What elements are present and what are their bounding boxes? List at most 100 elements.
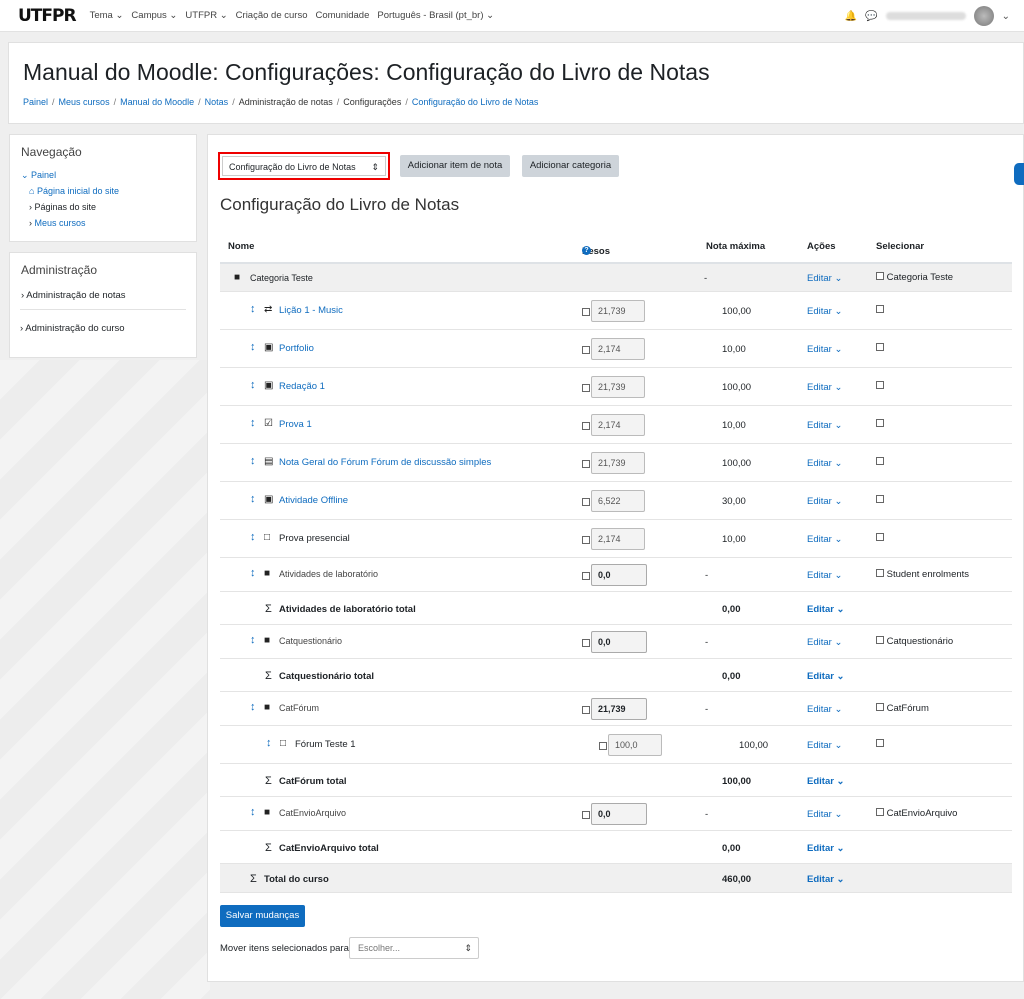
move-handle-icon[interactable]: ↕ xyxy=(266,737,272,749)
grade-item-name[interactable]: Lição 1 - Music xyxy=(279,305,343,316)
grade-item-name[interactable]: Atividade Offline xyxy=(279,495,348,506)
select-checkbox[interactable] xyxy=(876,808,884,816)
select-checkbox[interactable] xyxy=(876,305,884,313)
navbar-link[interactable]: Criação de curso xyxy=(236,10,308,21)
select-checkbox[interactable] xyxy=(876,533,884,541)
navbar-link[interactable]: Português - Brasil (pt_br) ⌄ xyxy=(377,10,494,21)
breadcrumb-item[interactable]: Manual do Moodle xyxy=(120,97,194,107)
select-checkbox[interactable] xyxy=(876,419,884,427)
move-handle-icon[interactable]: ↕ xyxy=(250,455,256,467)
edit-menu[interactable]: Editar ⌄ xyxy=(807,420,842,431)
select-checkbox-cell[interactable] xyxy=(876,381,884,392)
move-handle-icon[interactable]: ↕ xyxy=(250,531,256,543)
edit-menu[interactable]: Editar ⌄ xyxy=(807,496,842,507)
weight-override-checkbox[interactable] xyxy=(582,498,590,506)
select-checkbox-cell[interactable] xyxy=(876,305,884,316)
nav-my-courses[interactable]: Meus cursos xyxy=(35,218,86,228)
breadcrumb-item[interactable]: Meus cursos xyxy=(59,97,110,107)
edit-menu[interactable]: Editar ⌄ xyxy=(807,776,845,787)
select-checkbox-cell[interactable] xyxy=(876,739,884,750)
move-handle-icon[interactable]: ↕ xyxy=(250,567,256,579)
navbar-link[interactable]: Campus ⌄ xyxy=(131,10,177,21)
add-category-button[interactable]: Adicionar categoria xyxy=(522,155,619,177)
weight-input[interactable]: 6,522 xyxy=(591,490,645,512)
select-checkbox-cell[interactable] xyxy=(876,495,884,506)
select-checkbox-cell[interactable] xyxy=(876,343,884,354)
nav-painel[interactable]: Painel xyxy=(31,170,56,180)
move-handle-icon[interactable]: ↕ xyxy=(250,701,256,713)
edit-menu[interactable]: Editar ⌄ xyxy=(807,344,842,355)
edit-menu[interactable]: Editar ⌄ xyxy=(807,570,842,581)
select-checkbox[interactable] xyxy=(876,381,884,389)
breadcrumb-item[interactable]: Notas xyxy=(205,97,229,107)
weight-input[interactable]: 0,0 xyxy=(591,803,647,825)
select-checkbox-cell[interactable]: Catquestionário xyxy=(876,636,953,647)
edit-menu[interactable]: Editar ⌄ xyxy=(807,604,845,615)
move-handle-icon[interactable]: ↕ xyxy=(250,379,256,391)
report-selector[interactable]: Configuração do Livro de Notas ⇕ xyxy=(218,152,390,180)
select-checkbox-cell[interactable]: CatEnvioArquivo xyxy=(876,808,957,819)
weight-override-checkbox[interactable] xyxy=(582,706,590,714)
select-checkbox[interactable] xyxy=(876,272,884,280)
weight-override-checkbox[interactable] xyxy=(582,346,590,354)
grade-item-name[interactable]: Portfolio xyxy=(279,343,314,354)
select-checkbox[interactable] xyxy=(876,636,884,644)
weight-override-checkbox[interactable] xyxy=(582,422,590,430)
nav-home[interactable]: Página inicial do site xyxy=(37,186,119,196)
admin-item-course[interactable]: › Administração do curso xyxy=(20,309,186,347)
move-target-select[interactable]: Escolher... ⇕ xyxy=(349,937,479,959)
edit-menu[interactable]: Editar ⌄ xyxy=(807,458,842,469)
weight-override-checkbox[interactable] xyxy=(599,742,607,750)
weight-input[interactable]: 2,174 xyxy=(591,528,645,550)
select-checkbox-cell[interactable]: Categoria Teste xyxy=(876,272,953,283)
weight-override-checkbox[interactable] xyxy=(582,536,590,544)
drawer-toggle-icon[interactable] xyxy=(1014,163,1024,185)
edit-menu[interactable]: Editar ⌄ xyxy=(807,534,842,545)
weight-override-checkbox[interactable] xyxy=(582,811,590,819)
weight-input[interactable]: 21,739 xyxy=(591,452,645,474)
edit-menu[interactable]: Editar ⌄ xyxy=(807,306,842,317)
move-handle-icon[interactable]: ↕ xyxy=(250,806,256,818)
grade-item-name[interactable]: Prova 1 xyxy=(279,419,312,430)
edit-menu[interactable]: Editar ⌄ xyxy=(807,273,842,284)
weight-input[interactable]: 100,0 xyxy=(608,734,662,756)
site-logo[interactable]: UTFPR xyxy=(18,6,77,26)
weight-override-checkbox[interactable] xyxy=(582,460,590,468)
select-checkbox[interactable] xyxy=(876,703,884,711)
add-grade-item-button[interactable]: Adicionar item de nota xyxy=(400,155,510,177)
breadcrumb-item[interactable]: Configuração do Livro de Notas xyxy=(412,97,539,107)
edit-menu[interactable]: Editar ⌄ xyxy=(807,843,845,854)
select-checkbox-cell[interactable]: CatFórum xyxy=(876,703,929,714)
edit-menu[interactable]: Editar ⌄ xyxy=(807,382,842,393)
weight-input[interactable]: 2,174 xyxy=(591,414,645,436)
weight-input[interactable]: 0,0 xyxy=(591,631,647,653)
select-checkbox-cell[interactable] xyxy=(876,457,884,468)
move-handle-icon[interactable]: ↕ xyxy=(250,417,256,429)
select-checkbox-cell[interactable]: Student enrolments xyxy=(876,569,969,580)
weight-override-checkbox[interactable] xyxy=(582,308,590,316)
help-icon[interactable]: ? xyxy=(582,246,591,255)
avatar[interactable] xyxy=(973,6,994,26)
save-changes-button[interactable]: Salvar mudanças xyxy=(220,905,305,927)
weight-input[interactable]: 2,174 xyxy=(591,338,645,360)
select-checkbox[interactable] xyxy=(876,739,884,747)
move-handle-icon[interactable]: ↕ xyxy=(250,493,256,505)
breadcrumb-item[interactable]: Configurações xyxy=(343,97,401,107)
weight-input[interactable]: 21,739 xyxy=(591,698,647,720)
edit-menu[interactable]: Editar ⌄ xyxy=(807,809,842,820)
move-handle-icon[interactable]: ↕ xyxy=(250,634,256,646)
move-handle-icon[interactable]: ↕ xyxy=(250,303,256,315)
breadcrumb-item[interactable]: Administração de notas xyxy=(239,97,333,107)
weight-input[interactable]: 0,0 xyxy=(591,564,647,586)
nav-site-pages[interactable]: Páginas do site xyxy=(35,202,97,212)
edit-menu[interactable]: Editar ⌄ xyxy=(807,637,842,648)
edit-menu[interactable]: Editar ⌄ xyxy=(807,740,842,751)
select-checkbox-cell[interactable] xyxy=(876,419,884,430)
edit-menu[interactable]: Editar ⌄ xyxy=(807,874,845,885)
bell-icon[interactable]: 🔔 xyxy=(845,11,857,22)
weight-override-checkbox[interactable] xyxy=(582,384,590,392)
chat-icon[interactable]: 💬 xyxy=(865,11,877,22)
navbar-link[interactable]: Comunidade xyxy=(315,10,369,21)
select-checkbox[interactable] xyxy=(876,495,884,503)
select-checkbox[interactable] xyxy=(876,569,884,577)
